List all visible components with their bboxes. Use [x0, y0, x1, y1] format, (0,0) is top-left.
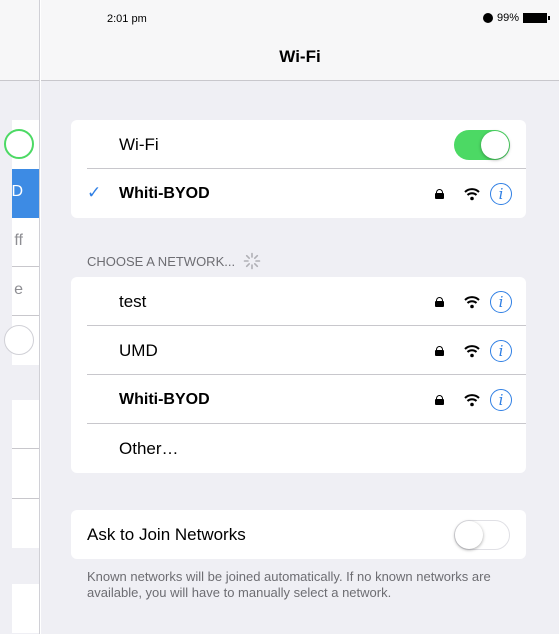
status-indicators: 99% — [482, 12, 550, 24]
sidebar-item-airplane[interactable] — [4, 120, 39, 169]
wifi-group: Wi-Fi ✓ Whiti-BYOD i — [71, 120, 526, 218]
ask-join-row: Ask to Join Networks — [71, 510, 526, 559]
ask-join-group: Ask to Join Networks — [71, 510, 526, 559]
ask-join-label: Ask to Join Networks — [87, 524, 246, 544]
network-name: test — [119, 291, 147, 311]
checkmark-icon: ✓ — [87, 183, 102, 202]
navigation-bar: 2:01 pm 99% Wi-Fi — [41, 0, 559, 81]
choose-network-header: CHOOSE A NETWORK... — [87, 252, 261, 270]
ask-join-description: Known networks will be joined automatica… — [87, 569, 491, 600]
sidebar-item-bluetooth[interactable]: ff — [12, 218, 39, 267]
network-list: test i UMD i Whiti-BYOD i Other… — [71, 277, 526, 473]
wifi-signal-icon — [464, 393, 480, 406]
sidebar-item-label: e — [14, 281, 23, 298]
lock-icon — [435, 296, 444, 307]
network-name: Whiti-BYOD — [119, 390, 210, 408]
sidebar-toggle[interactable] — [4, 325, 34, 355]
network-icons: i — [435, 375, 512, 424]
wifi-signal-icon — [464, 344, 480, 357]
lock-icon — [435, 394, 444, 405]
sidebar-item-dnd-toggle[interactable] — [4, 316, 39, 365]
loading-spinner-icon — [243, 252, 261, 270]
sidebar-toggle[interactable] — [4, 129, 34, 159]
toggle-knob — [455, 521, 483, 549]
sidebar-item-label: D — [11, 183, 23, 200]
network-icons: i — [435, 169, 512, 218]
wifi-toggle-row: Wi-Fi — [71, 120, 526, 169]
network-name: Whiti-BYOD — [119, 184, 210, 202]
sidebar-item-dnd[interactable]: e — [12, 267, 39, 316]
lock-icon — [435, 345, 444, 356]
sidebar-item[interactable] — [12, 449, 39, 498]
section-header-label: CHOOSE A NETWORK... — [87, 253, 236, 269]
other-network-label: Other… — [119, 438, 179, 458]
wifi-settings-panel: 2:01 pm 99% Wi-Fi Wi-Fi ✓ Whiti-BYOD i C… — [41, 0, 559, 634]
connected-network-row[interactable]: ✓ Whiti-BYOD i — [71, 169, 526, 218]
sidebar-item[interactable] — [12, 584, 39, 633]
info-icon[interactable]: i — [490, 388, 512, 411]
info-icon[interactable]: i — [490, 290, 512, 313]
network-icons: i — [435, 326, 512, 375]
toggle-knob — [481, 131, 509, 159]
wifi-signal-icon — [464, 295, 480, 308]
sidebar-item-wifi[interactable]: D — [11, 169, 39, 218]
network-row-whiti-byod[interactable]: Whiti-BYOD i — [71, 375, 526, 424]
network-icons: i — [435, 277, 512, 326]
network-row-umd[interactable]: UMD i — [71, 326, 526, 375]
sidebar-item[interactable] — [12, 499, 39, 548]
sidebar-item[interactable] — [12, 400, 39, 449]
settings-sidebar: D ff e — [0, 0, 40, 634]
ask-join-toggle[interactable] — [454, 520, 510, 550]
page-title: Wi-Fi — [279, 47, 321, 66]
battery-percent: 99% — [496, 12, 519, 24]
wifi-toggle[interactable] — [454, 130, 510, 160]
network-row-test[interactable]: test i — [71, 277, 526, 326]
info-icon[interactable]: i — [490, 182, 512, 205]
status-time: 2:01 pm — [107, 13, 147, 25]
battery-icon — [523, 13, 550, 23]
network-name: UMD — [119, 340, 158, 360]
sidebar-header — [0, 0, 39, 81]
other-network-row[interactable]: Other… — [71, 424, 526, 473]
sidebar-item-label: ff — [14, 232, 23, 249]
wifi-label: Wi-Fi — [119, 134, 159, 154]
wifi-signal-icon — [464, 187, 480, 200]
lock-icon — [435, 188, 444, 199]
info-icon[interactable]: i — [490, 339, 512, 362]
alarm-icon — [482, 13, 493, 23]
